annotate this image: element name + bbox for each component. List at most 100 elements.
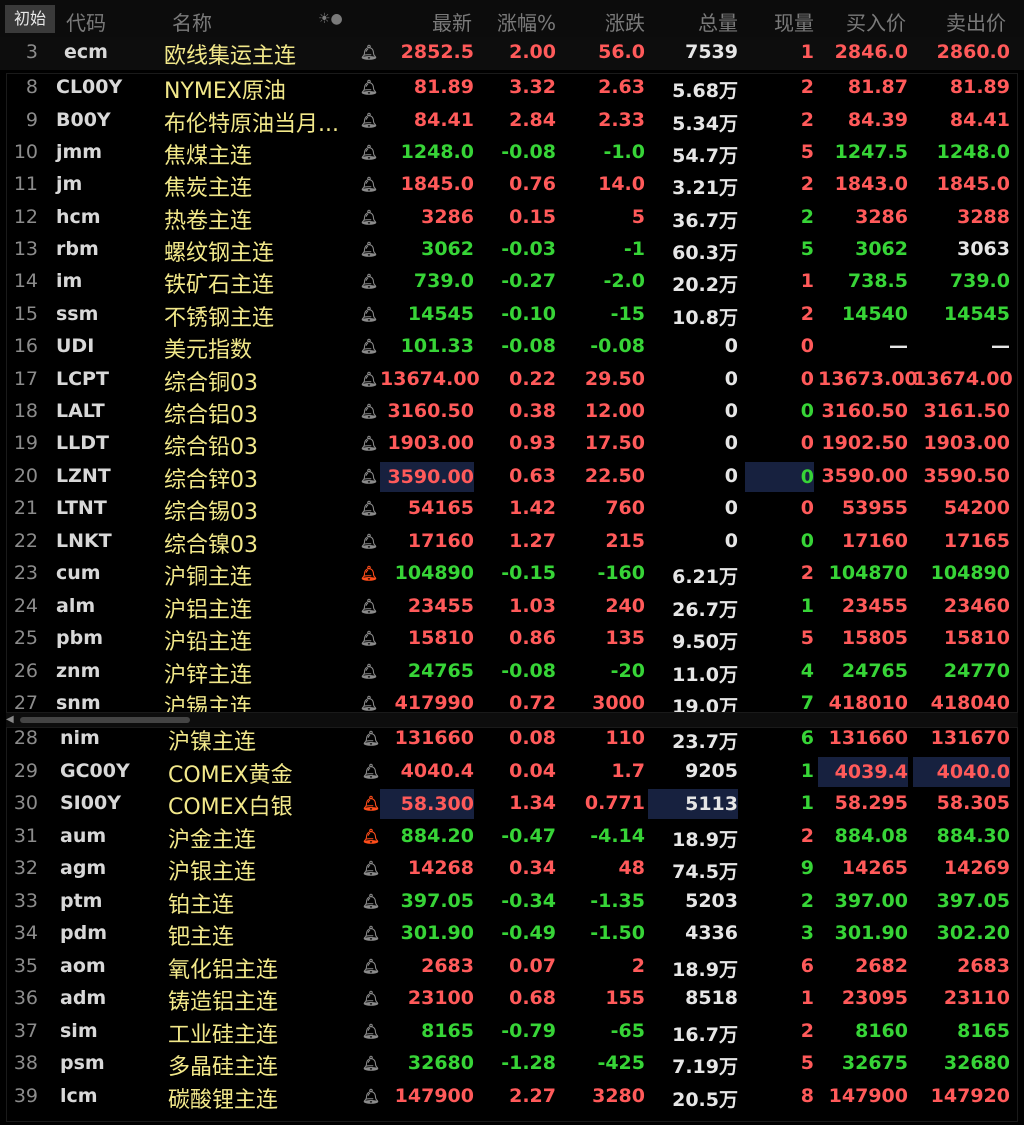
table-row[interactable]: 36 adm 铸造铝主连 23100 0.68 155 8518 1 23095 23110 🔔︎ xyxy=(0,983,1024,1016)
col-alert-header[interactable]: ☀● xyxy=(318,11,343,27)
table-row[interactable]: 12 hcm 热卷主连 3286 0.15 5 36.7万 2 3286 3288 🔔︎ xyxy=(0,202,1024,235)
cell-name: 综合镍03 xyxy=(164,533,258,558)
bell-icon[interactable]: 🔔︎ xyxy=(360,631,378,647)
cell-vol: 6.21万 xyxy=(672,566,738,588)
scroll-left-icon[interactable]: ◀ xyxy=(6,714,14,725)
col-pct-header[interactable]: 涨幅% xyxy=(497,7,556,36)
bell-icon[interactable]: 🔔︎ xyxy=(360,534,378,550)
cell-name: 铂主连 xyxy=(168,893,235,918)
table-row[interactable]: 33 ptm 铂主连 397.05 -0.34 -1.35 5203 2 397.00 397.0… xyxy=(0,886,1024,919)
col-bid-header[interactable]: 买入价 xyxy=(846,7,906,36)
table-row[interactable]: 28 nim 沪镍主连 131660 0.08 110 23.7万 6 131660 131670… xyxy=(0,723,1024,756)
table-row[interactable]: 18 LALT 综合铝03 3160.50 0.38 12.00 0 0 3160.50 3161… xyxy=(0,396,1024,429)
bell-icon[interactable]: 🔔︎ xyxy=(362,1089,380,1105)
table-row[interactable]: 16 UDI 美元指数 101.33 -0.08 -0.08 0 0 — — 🔔︎ xyxy=(0,331,1024,364)
cell-latest: 3160.50 xyxy=(387,400,474,422)
col-ask-header[interactable]: 卖出价 xyxy=(946,7,1006,36)
table-row[interactable]: 24 alm 沪铝主连 23455 1.03 240 26.7万 1 23455 23460 🔔︎ xyxy=(0,591,1024,624)
bell-icon[interactable]: 🔔︎ xyxy=(362,861,380,877)
cell-latest: 8165 xyxy=(421,1020,474,1042)
table-row[interactable]: 13 rbm 螺纹钢主连 3062 -0.03 -1 60.3万 5 3062 3063 🔔︎ xyxy=(0,234,1024,267)
bell-icon[interactable]: 🔔︎ xyxy=(362,991,380,1007)
col-latest-header[interactable]: 最新 xyxy=(432,7,472,36)
bell-icon[interactable]: 🔔︎ xyxy=(360,307,378,323)
cell-vol: 54.7万 xyxy=(672,145,738,167)
bell-icon[interactable]: 🔔︎ xyxy=(360,501,378,517)
cell-vol: 10.8万 xyxy=(672,307,738,329)
bell-icon[interactable]: 🔔︎ xyxy=(362,764,380,780)
cell-code: pdm xyxy=(60,922,107,944)
horizontal-scrollbar[interactable]: ◀ xyxy=(6,713,1018,727)
col-name-header[interactable]: 名称 xyxy=(172,7,212,36)
table-row[interactable]: 9 B00Y 布伦特原油当月... 84.41 2.84 2.33 5.34万 2 84.39 8… xyxy=(0,105,1024,138)
cell-code: lcm xyxy=(60,1085,98,1107)
table-row[interactable]: 38 psm 多晶硅主连 32680 -1.28 -425 7.19万 5 32675 32680… xyxy=(0,1048,1024,1081)
col-code-header[interactable]: 代码 xyxy=(66,7,106,36)
bell-icon[interactable]: 🔔︎ xyxy=(360,339,378,355)
bell-icon[interactable]: 🔔︎ xyxy=(362,796,380,812)
table-row[interactable]: 19 LLDT 综合铅03 1903.00 0.93 17.50 0 0 1902.50 1903… xyxy=(0,428,1024,461)
init-button[interactable]: 初始 xyxy=(5,5,55,33)
bell-icon[interactable]: 🔔︎ xyxy=(360,274,378,290)
table-row[interactable]: 22 LNKT 综合镍03 17160 1.27 215 0 0 17160 17165 🔔︎ xyxy=(0,526,1024,559)
bell-icon[interactable]: 🔔︎ xyxy=(362,959,380,975)
bell-icon[interactable]: 🔔︎ xyxy=(362,829,380,845)
col-volume-header[interactable]: 总量 xyxy=(698,7,738,36)
scrollbar-thumb[interactable] xyxy=(20,717,190,723)
table-row[interactable]: 31 aum 沪金主连 884.20 -0.47 -4.14 18.9万 2 884.08 884… xyxy=(0,821,1024,854)
table-row[interactable]: 8 CL00Y NYMEX原油 81.89 3.32 2.63 5.68万 2 81.87 81.… xyxy=(0,72,1024,105)
cell-num: 33 xyxy=(13,890,38,912)
cell-code: SI00Y xyxy=(60,792,121,814)
cell-pct: 1.34 xyxy=(509,792,556,814)
col-current-header[interactable]: 现量 xyxy=(774,7,814,36)
bell-icon[interactable]: 🔔︎ xyxy=(362,926,380,942)
table-row[interactable]: 25 pbm 沪铅主连 15810 0.86 135 9.50万 5 15805 15810 🔔︎ xyxy=(0,623,1024,656)
bell-icon[interactable]: 🔔︎ xyxy=(362,1024,380,1040)
table-row[interactable]: 39 lcm 碳酸锂主连 147900 2.27 3280 20.5万 8 147900 1479… xyxy=(0,1081,1024,1114)
col-change-header[interactable]: 涨跌 xyxy=(605,7,645,36)
table-row[interactable]: 14 im 铁矿石主连 739.0 -0.27 -2.0 20.2万 1 738.5 739.0 🔔… xyxy=(0,266,1024,299)
bell-icon[interactable]: 🔔︎ xyxy=(360,372,378,388)
bell-icon[interactable]: 🔔︎ xyxy=(360,469,378,485)
bell-icon[interactable]: 🔔︎ xyxy=(360,599,378,615)
table-row[interactable]: 30 SI00Y COMEX白银 58.300 1.34 0.771 5113 1 58.295… xyxy=(0,788,1024,821)
table-row[interactable]: 11 jm 焦炭主连 1845.0 0.76 14.0 3.21万 2 1843.0 1845.0… xyxy=(0,169,1024,202)
table-row[interactable]: 20 LZNT 综合锌03 3590.00 0.63 22.50 0 0 3590.00 3590… xyxy=(0,461,1024,494)
table-row[interactable]: 35 aom 氧化铝主连 2683 0.07 2 18.9万 6 2682 2683 🔔︎ xyxy=(0,951,1024,984)
bell-icon[interactable]: 🔔︎ xyxy=(360,242,378,258)
bell-icon[interactable]: 🔔︎ xyxy=(362,731,380,747)
bell-icon[interactable]: 🔔︎ xyxy=(360,664,378,680)
cell-name: COMEX黄金 xyxy=(168,763,293,788)
table-row[interactable]: 26 znm 沪锌主连 24765 -0.08 -20 11.0万 4 24765 24770 🔔︎ xyxy=(0,656,1024,689)
bell-icon[interactable]: 🔔︎ xyxy=(360,177,378,193)
table-row[interactable]: 34 pdm 钯主连 301.90 -0.49 -1.50 4336 3 301.90 302.2… xyxy=(0,918,1024,951)
bell-icon[interactable]: 🔔︎ xyxy=(360,113,378,129)
bell-icon[interactable]: 🔔︎ xyxy=(360,436,378,452)
cell-ask: 1248.0 xyxy=(936,141,1010,163)
bell-icon[interactable]: 🔔︎ xyxy=(360,145,378,161)
table-row[interactable]: 10 jmm 焦煤主连 1248.0 -0.08 -1.0 54.7万 5 1247.5 1248… xyxy=(0,137,1024,170)
bell-icon[interactable]: 🔔︎ xyxy=(360,80,378,96)
cell-vol: 5113 xyxy=(648,789,738,819)
table-row[interactable]: 17 LCPT 综合铜03 13674.00 0.22 29.50 0 0 13673.00 13… xyxy=(0,364,1024,397)
bell-icon[interactable]: 🔔︎ xyxy=(362,1056,380,1072)
table-row[interactable]: 32 agm 沪银主连 14268 0.34 48 74.5万 9 14265 14269 🔔︎ xyxy=(0,853,1024,886)
bell-icon[interactable]: 🔔︎ xyxy=(362,894,380,910)
table-row[interactable]: 37 sim 工业硅主连 8165 -0.79 -65 16.7万 2 8160 8165 🔔︎ xyxy=(0,1016,1024,1049)
table-row[interactable]: 29 GC00Y COMEX黄金 4040.4 0.04 1.7 9205 1 4039.4 40… xyxy=(0,756,1024,789)
bell-icon[interactable]: 🔔︎ xyxy=(360,566,378,582)
bell-icon[interactable]: 🔔︎ xyxy=(360,696,378,712)
table-row[interactable]: 15 ssm 不锈钢主连 14545 -0.10 -15 10.8万 2 14540 14545 🔔… xyxy=(0,299,1024,332)
bell-icon[interactable]: 🔔︎ xyxy=(360,404,378,420)
cell-pct: -0.34 xyxy=(501,890,556,912)
bell-icon[interactable]: 🔔︎ xyxy=(360,45,378,61)
table-row[interactable]: 3 ecm 欧线集运主连 2852.5 2.00 56.0 7539 1 2846.0 2860.… xyxy=(0,37,1024,70)
cell-ask: 1903.00 xyxy=(923,432,1010,454)
table-row[interactable]: 23 cum 沪铜主连 104890 -0.15 -160 6.21万 2 104870 1048… xyxy=(0,558,1024,591)
cell-chg: 2.63 xyxy=(598,76,645,98)
cell-cur: 1 xyxy=(800,760,814,782)
table-row[interactable]: 21 LTNT 综合锡03 54165 1.42 760 0 0 53955 54200 🔔︎ xyxy=(0,493,1024,526)
cell-num: 12 xyxy=(13,206,38,228)
bell-icon[interactable]: 🔔︎ xyxy=(360,210,378,226)
cell-vol: 9.50万 xyxy=(672,631,738,653)
